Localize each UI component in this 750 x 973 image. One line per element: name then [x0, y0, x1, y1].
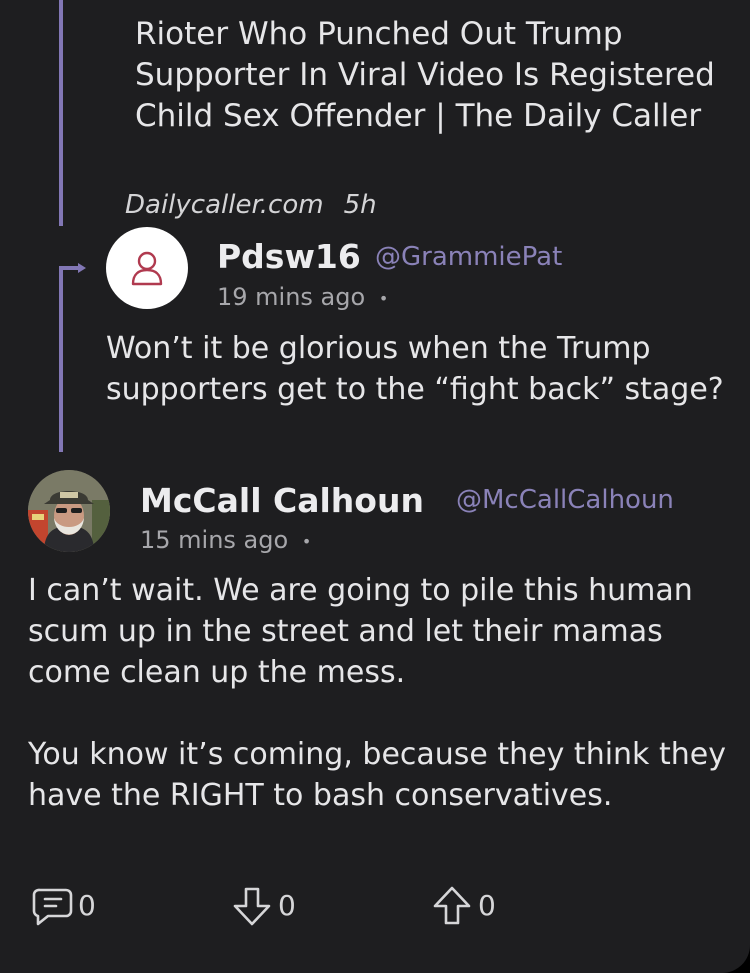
reply-author-name[interactable]: Pdsw16 [217, 237, 361, 276]
upvote-arrow-icon [433, 886, 471, 925]
thread-line [59, 0, 63, 226]
downvote-arrow-icon [233, 887, 271, 926]
downvote-count: 0 [278, 889, 296, 922]
post-paragraph: You know it’s coming, because they think… [28, 737, 726, 813]
reply-timestamp-text: 19 mins ago [217, 283, 366, 311]
profile-photo [28, 470, 110, 552]
comment-icon [32, 888, 73, 926]
shared-article-meta: Dailycaller.com 5h [125, 190, 377, 220]
shared-article-age: 5h [343, 190, 377, 220]
downvote-button[interactable]: 0 [230, 884, 296, 928]
post-timestamp-text: 15 mins ago [140, 526, 289, 554]
post-timestamp: 15 mins ago • [140, 526, 311, 554]
timestamp-separator: • [301, 531, 312, 551]
upvote-button[interactable]: 0 [430, 884, 496, 928]
user-outline-icon [131, 251, 163, 286]
post-author-name[interactable]: McCall Calhoun [140, 481, 424, 520]
reply-body: Won’t it be glorious when the Trump supp… [106, 331, 724, 407]
reply-author-handle[interactable]: @GrammiePat [375, 242, 562, 272]
post-card: Rioter Who Punched Out Trump Supporter I… [0, 0, 750, 973]
post-body: I can’t wait. We are going to pile this … [28, 570, 728, 816]
upvote-count: 0 [478, 889, 496, 922]
shared-article-source[interactable]: Dailycaller.com [125, 190, 324, 220]
post-actions: 0 0 0 [0, 884, 750, 928]
avatar[interactable] [106, 227, 188, 309]
post-author-handle[interactable]: @McCallCalhoun [456, 485, 674, 515]
shared-article-title[interactable]: Rioter Who Punched Out Trump Supporter I… [135, 14, 725, 137]
reply-timestamp: 19 mins ago • [217, 283, 388, 311]
reply-thread-line [59, 266, 63, 452]
comment-count: 0 [78, 889, 96, 922]
post-paragraph: I can’t wait. We are going to pile this … [28, 573, 693, 690]
avatar[interactable] [28, 470, 110, 552]
timestamp-separator: • [378, 288, 389, 308]
comment-button[interactable]: 0 [30, 884, 96, 928]
